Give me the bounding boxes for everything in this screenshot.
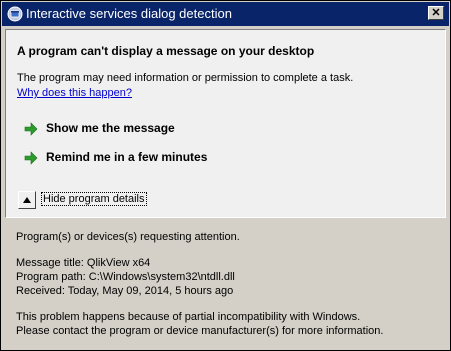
- message-title: Message title: QlikView x64: [16, 257, 151, 269]
- remind-later-button[interactable]: Remind me in a few minutes: [24, 149, 244, 167]
- show-message-label: Show me the message: [46, 121, 175, 135]
- toggle-details-button[interactable]: [18, 191, 36, 209]
- dialog-heading: A program can't display a message on you…: [17, 44, 315, 58]
- hide-details-label[interactable]: Hide program details: [41, 192, 147, 206]
- close-icon: ✕: [431, 7, 441, 19]
- dialog-description: The program may need information or perm…: [17, 72, 354, 84]
- dialog-window-icon: [7, 6, 23, 22]
- triangle-up-icon: [23, 197, 31, 203]
- explanation-line-1: This problem happens because of partial …: [16, 311, 361, 323]
- dialog-window: Interactive services dialog detection ✕ …: [0, 0, 451, 351]
- program-details: Program(s) or devices(s) requesting atte…: [16, 230, 441, 338]
- green-arrow-icon: [24, 122, 38, 136]
- main-panel: A program can't display a message on you…: [5, 29, 446, 218]
- title-bar[interactable]: Interactive services dialog detection ✕: [2, 2, 449, 26]
- requesting-text: Program(s) or devices(s) requesting atte…: [16, 231, 240, 243]
- show-message-button[interactable]: Show me the message: [24, 120, 224, 138]
- remind-later-label: Remind me in a few minutes: [46, 150, 208, 164]
- why-does-this-happen-link[interactable]: Why does this happen?: [17, 87, 132, 99]
- explanation-line-2: Please contact the program or device man…: [16, 325, 384, 337]
- close-button[interactable]: ✕: [428, 6, 444, 20]
- received-time: Received: Today, May 09, 2014, 5 hours a…: [16, 285, 234, 297]
- green-arrow-icon: [24, 151, 38, 165]
- program-path: Program path: C:\Windows\system32\ntdll.…: [16, 271, 235, 283]
- window-title: Interactive services dialog detection: [26, 6, 232, 21]
